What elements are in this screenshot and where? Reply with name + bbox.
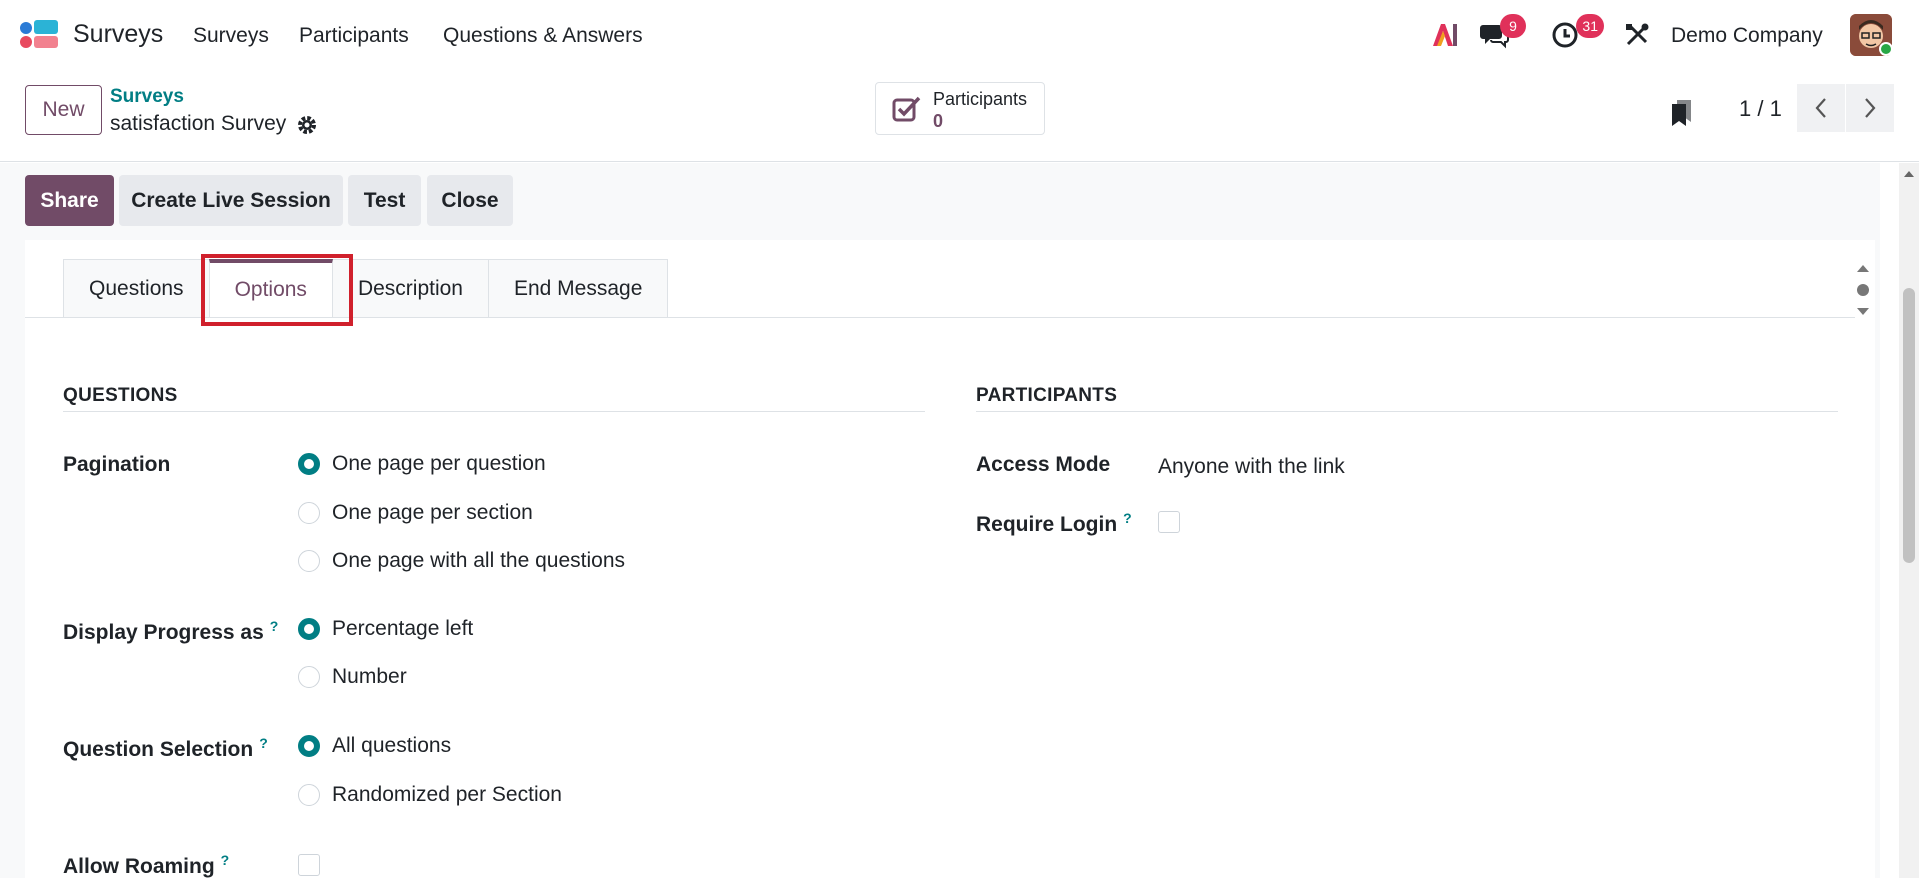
help-tooltip-icon[interactable]: ? (259, 735, 268, 751)
control-panel: New Surveys satisfaction Survey Particip… (0, 72, 1919, 162)
pager-previous-button[interactable] (1797, 84, 1845, 132)
radio-label: Number (332, 665, 407, 688)
radio-one-page-all-questions[interactable]: One page with all the questions (298, 549, 625, 573)
help-tooltip-icon[interactable]: ? (270, 618, 279, 634)
messages-badge: 9 (1500, 14, 1526, 38)
radio-randomized-per-section[interactable]: Randomized per Section (298, 783, 562, 807)
tab-description[interactable]: Description (331, 259, 489, 317)
breadcrumb-current: satisfaction Survey (110, 112, 287, 135)
require-login-label-text: Require Login (976, 513, 1118, 536)
notebook-tabs: Questions Options Description End Messag… (63, 259, 669, 317)
radio-button[interactable] (298, 502, 320, 524)
radio-number[interactable]: Number (298, 665, 407, 689)
tab-questions[interactable]: Questions (63, 259, 210, 317)
radio-label: One page per section (332, 501, 533, 524)
radio-button[interactable] (298, 453, 320, 475)
radio-label: One page per question (332, 452, 546, 475)
inner-scroll-control[interactable] (1853, 262, 1873, 318)
app-logo-icon[interactable] (20, 20, 58, 50)
radio-label: Randomized per Section (332, 783, 562, 806)
pager-next-button[interactable] (1846, 84, 1894, 132)
menu-surveys[interactable]: Surveys (193, 24, 269, 48)
bookmark-icon[interactable] (1670, 98, 1694, 128)
pager-value[interactable]: 1 / 1 (1739, 96, 1782, 122)
participants-stat-button[interactable]: Participants 0 (875, 82, 1045, 135)
scroll-up-arrow-icon (1904, 171, 1914, 177)
tools-icon[interactable] (1620, 18, 1654, 52)
participants-section-title: PARTICIPANTS (976, 385, 1118, 406)
radio-button[interactable] (298, 550, 320, 572)
check-square-icon (892, 94, 922, 124)
test-button[interactable]: Test (348, 175, 421, 226)
top-navbar: Surveys Surveys Participants Questions &… (0, 0, 1919, 72)
question-selection-label: Question Selection? (63, 735, 268, 762)
activities-badge: 31 (1576, 14, 1604, 38)
questions-section-divider (63, 411, 925, 412)
close-button[interactable]: Close (427, 175, 513, 226)
questions-section-title: QUESTIONS (63, 385, 178, 406)
radio-one-page-per-question[interactable]: One page per question (298, 452, 546, 476)
radio-button[interactable] (298, 735, 320, 757)
messages-icon[interactable]: 9 (1478, 14, 1526, 52)
page-scrollbar[interactable] (1899, 163, 1919, 878)
radio-button[interactable] (298, 618, 320, 640)
help-tooltip-icon[interactable]: ? (1123, 510, 1132, 526)
radio-button[interactable] (298, 784, 320, 806)
access-mode-label: Access Mode (976, 453, 1111, 476)
chevron-left-icon (1815, 98, 1826, 118)
stat-label: Participants (933, 89, 1028, 109)
menu-participants[interactable]: Participants (299, 24, 409, 48)
gear-icon[interactable] (296, 114, 318, 136)
help-tooltip-icon[interactable]: ? (221, 852, 230, 868)
display-progress-label: Display Progress as? (63, 618, 278, 645)
chevron-right-icon (1865, 98, 1876, 118)
share-button[interactable]: Share (25, 175, 114, 226)
highlight-box (201, 254, 353, 326)
ai-icon[interactable] (1428, 18, 1462, 52)
participants-section-divider (976, 411, 1838, 412)
allow-roaming-checkbox[interactable] (298, 854, 320, 876)
stat-value: 0 (933, 111, 944, 131)
statusbar-actions: Share Create Live Session Test Close (0, 163, 1880, 233)
form-sheet: Questions Options Description End Messag… (25, 240, 1875, 878)
breadcrumb-surveys[interactable]: Surveys (110, 86, 184, 108)
radio-one-page-per-section[interactable]: One page per section (298, 501, 533, 525)
allow-roaming-label-text: Allow Roaming (63, 855, 215, 878)
question-selection-label-text: Question Selection (63, 738, 254, 761)
access-mode-select[interactable]: Anyone with the link (1158, 455, 1345, 479)
online-status-dot (1879, 42, 1893, 56)
create-live-session-button[interactable]: Create Live Session (119, 175, 343, 226)
radio-percentage-left[interactable]: Percentage left (298, 617, 473, 641)
new-button[interactable]: New (25, 85, 102, 135)
tab-end-message[interactable]: End Message (487, 259, 669, 317)
radio-all-questions[interactable]: All questions (298, 734, 451, 758)
radio-button[interactable] (298, 666, 320, 688)
pagination-label: Pagination (63, 453, 171, 476)
radio-label: Percentage left (332, 617, 474, 640)
allow-roaming-label: Allow Roaming? (63, 852, 229, 878)
require-login-label: Require Login? (976, 510, 1132, 537)
radio-label: One page with all the questions (332, 549, 626, 572)
display-progress-label-text: Display Progress as (63, 621, 264, 644)
company-switcher[interactable]: Demo Company (1671, 24, 1823, 48)
scrollbar-thumb[interactable] (1903, 288, 1915, 563)
menu-questions-answers[interactable]: Questions & Answers (443, 24, 643, 48)
require-login-checkbox[interactable] (1158, 511, 1180, 533)
app-name[interactable]: Surveys (73, 20, 163, 49)
radio-label: All questions (332, 734, 452, 757)
activities-clock-icon[interactable]: 31 (1548, 14, 1604, 52)
